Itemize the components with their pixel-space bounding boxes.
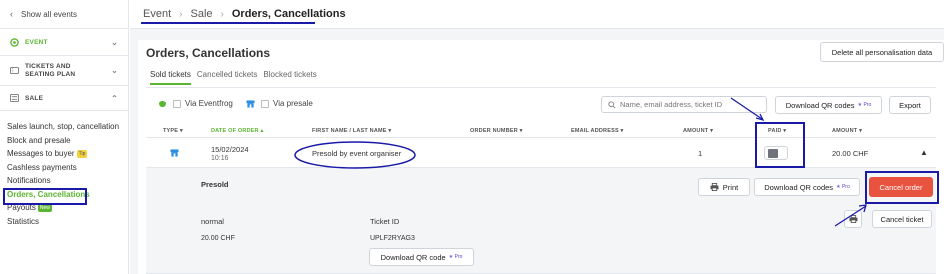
star-icon: ★ [448, 254, 454, 260]
col-amount-qty[interactable]: AMOUNT ▾ [683, 128, 713, 134]
breadcrumb-event[interactable]: Event [143, 8, 171, 20]
list-icon [10, 94, 19, 103]
ticket-id-value: UPLF2RYAG3 [370, 235, 415, 242]
eventfrog-checkbox[interactable] [173, 99, 181, 108]
sidebar: ‹ Show all events EVENT ⌄ TICKETS AND SE… [0, 0, 129, 274]
detail-heading: Presold [201, 180, 229, 189]
sidebar-section-sale[interactable]: SALE ⌃ [0, 86, 128, 111]
presale-shop-icon [246, 99, 255, 108]
ticket-id-label: Ticket ID [370, 217, 400, 226]
sidebar-section-label: TICKETS AND SEATING PLAN [25, 62, 76, 78]
col-order-number[interactable]: ORDER NUMBER ▾ [470, 128, 523, 134]
annotation-box-paid-toggle [755, 122, 805, 168]
ticket-category: normal [201, 217, 224, 226]
tab-divider [146, 87, 936, 88]
tabs: Sold tickets Cancelled tickets Blocked t… [150, 70, 323, 85]
sidebar-item-block-presale[interactable]: Block and presale [0, 134, 128, 148]
printer-icon [849, 215, 858, 223]
location-pin-icon [10, 37, 19, 47]
chevron-up-icon: ⌃ [111, 93, 118, 103]
sidebar-section-label: EVENT [25, 38, 48, 46]
chevron-down-icon: ⌄ [111, 66, 118, 75]
ticket-quantity: 1 [698, 149, 703, 158]
buyer-name: Presold by event organiser [312, 149, 402, 158]
pro-badge: ★ Pro [448, 254, 463, 260]
printer-icon [710, 183, 719, 191]
col-type[interactable]: TYPE ▾ [163, 128, 183, 134]
back-to-events-link[interactable]: ‹ Show all events [0, 0, 128, 29]
ticket-icon [10, 66, 19, 75]
back-label: Show all events [21, 9, 78, 19]
filter-eventfrog[interactable]: Via Eventfrog [158, 99, 233, 108]
orders-card: Orders, Cancellations Delete all persona… [138, 40, 944, 274]
print-button[interactable]: Print [698, 178, 750, 196]
presale-shop-icon [170, 149, 179, 157]
download-qr-codes-button[interactable]: Download QR codes ★ Pro [775, 96, 882, 114]
chevron-left-icon: ‹ [10, 9, 13, 19]
sidebar-sale-items: Sales launch, stop, cancellation Block a… [0, 111, 128, 228]
order-time: 10:16 [211, 155, 229, 162]
search-icon [608, 100, 616, 109]
tab-sold-tickets[interactable]: Sold tickets [150, 70, 191, 85]
sidebar-item-messages[interactable]: Messages to buyer Tip [0, 147, 128, 161]
sidebar-section-tickets[interactable]: TICKETS AND SEATING PLAN ⌄ [0, 56, 128, 86]
chevron-right-icon: › [179, 8, 183, 20]
breadcrumb-current: Orders, Cancellations [231, 8, 346, 20]
tab-cancelled-tickets[interactable]: Cancelled tickets [197, 70, 257, 85]
filter-label: Via Eventfrog [185, 99, 233, 108]
sidebar-item-statistics[interactable]: Statistics [0, 215, 128, 229]
presale-checkbox[interactable] [261, 99, 269, 108]
ticket-price: 20.00 CHF [201, 235, 235, 242]
filter-presale[interactable]: Via presale [246, 99, 313, 108]
pro-badge: ★ Pro [836, 184, 850, 190]
table-row[interactable]: 15/02/2024 10:16 Presold by event organi… [146, 139, 936, 168]
search-field[interactable] [601, 96, 767, 113]
eventfrog-icon [158, 100, 167, 108]
annotation-box-orders-link [3, 188, 87, 205]
star-icon: ★ [836, 184, 841, 190]
page-title: Orders, Cancellations [146, 46, 271, 60]
col-name[interactable]: FIRST NAME / LAST NAME ▾ [312, 128, 391, 134]
detail-download-qr-codes-button[interactable]: Download QR codes ★ Pro [754, 178, 860, 196]
table-header: TYPE ▾ DATE OF ORDER ▴ FIRST NAME / LAST… [146, 124, 936, 138]
order-date: 15/02/2024 [211, 145, 249, 154]
annotation-underline [141, 22, 315, 24]
new-badge: New [37, 204, 52, 212]
ticket-print-button[interactable] [844, 210, 862, 228]
filter-label: Via presale [273, 99, 313, 108]
breadcrumb: Event › Sale › Orders, Cancellations [130, 0, 944, 29]
annotation-box-cancel-order [865, 171, 939, 204]
col-date-of-order[interactable]: DATE OF ORDER ▴ [211, 128, 263, 134]
chevron-right-icon: › [220, 8, 224, 20]
sidebar-section-label: SALE [25, 94, 44, 102]
sidebar-item-notifications[interactable]: Notifications [0, 174, 128, 188]
cancel-ticket-button[interactable]: Cancel ticket [872, 210, 932, 228]
search-input[interactable] [620, 100, 760, 109]
chevron-down-icon: ⌄ [111, 37, 118, 47]
col-email[interactable]: EMAIL ADDRESS ▾ [571, 128, 624, 134]
delete-personalisation-button[interactable]: Delete all personalisation data [820, 42, 944, 62]
breadcrumb-sale[interactable]: Sale [190, 8, 212, 20]
order-amount: 20.00 CHF [832, 149, 869, 158]
star-icon: ★ [857, 102, 863, 108]
collapse-caret-icon[interactable]: ▲ [920, 148, 928, 157]
sidebar-section-event[interactable]: EVENT ⌄ [0, 29, 128, 56]
pro-badge: ★ Pro [857, 102, 872, 108]
col-amount[interactable]: AMOUNT ▾ [832, 128, 862, 134]
tab-blocked-tickets[interactable]: Blocked tickets [263, 70, 316, 85]
order-detail-panel: Presold Print Download QR codes ★ Pro Ca… [146, 168, 936, 274]
tip-badge: Tip [76, 150, 88, 158]
export-button[interactable]: Export [889, 96, 931, 114]
sidebar-item-cashless[interactable]: Cashless payments [0, 161, 128, 175]
sidebar-item-sales-launch[interactable]: Sales launch, stop, cancellation [0, 120, 128, 134]
download-qr-code-button[interactable]: Download QR code ★ Pro [369, 248, 474, 266]
